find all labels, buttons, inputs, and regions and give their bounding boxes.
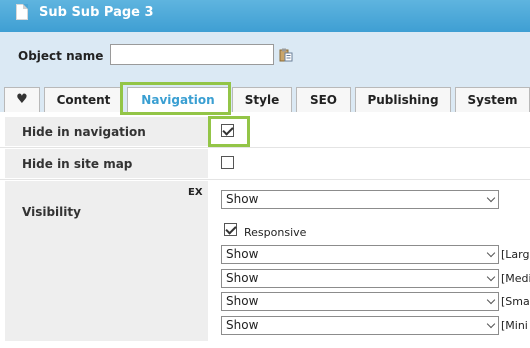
chevron-down-icon <box>486 295 496 305</box>
tab-content[interactable]: Content <box>44 87 123 112</box>
tab-system[interactable]: System <box>455 87 530 112</box>
chevron-down-icon <box>486 248 496 258</box>
select-value: Show <box>226 271 259 285</box>
tab-style[interactable]: Style <box>232 87 292 112</box>
label-cell-navigation: Hide in navigation <box>5 117 208 146</box>
title-bar: Sub Sub Page 3 <box>0 0 530 32</box>
hide-in-sitemap-label: Hide in site map <box>22 157 133 171</box>
hide-in-navigation-checkbox[interactable] <box>221 124 234 137</box>
object-name-row: Object name <box>0 32 530 80</box>
tab-seo[interactable]: SEO <box>296 87 351 112</box>
select-value: Show <box>226 318 259 332</box>
responsive-checkbox[interactable] <box>224 223 237 236</box>
chevron-down-icon <box>486 272 496 282</box>
hide-in-sitemap-checkbox[interactable] <box>221 156 234 169</box>
chevron-down-icon <box>486 319 496 329</box>
object-name-label: Object name <box>18 49 104 63</box>
breakpoint-mini-tag: [Mini <box>501 319 528 332</box>
breakpoint-large-tag: [Larg <box>501 248 530 261</box>
tab-publishing[interactable]: Publishing <box>355 87 451 112</box>
object-name-input[interactable] <box>110 44 274 65</box>
visibility-mini-select[interactable]: Show <box>221 316 499 335</box>
visibility-medium-select[interactable]: Show <box>221 269 499 288</box>
visibility-large-select[interactable]: Show <box>221 245 499 264</box>
hide-in-navigation-label: Hide in navigation <box>22 125 146 139</box>
row-divider <box>0 147 530 148</box>
chevron-down-icon <box>486 193 496 203</box>
label-cell-sitemap: Hide in site map <box>5 149 208 178</box>
visibility-select-value: Show <box>226 192 259 206</box>
page-icon <box>16 4 28 20</box>
label-cell-visibility: Visibility <box>5 181 208 341</box>
tab-bar: ♥ Content Navigation Style SEO Publishin… <box>0 80 530 113</box>
visibility-select[interactable]: Show <box>221 190 499 209</box>
visibility-label: Visibility <box>22 205 81 219</box>
tab-navigation[interactable]: Navigation <box>127 87 229 113</box>
row-divider <box>0 179 530 180</box>
responsive-label: Responsive <box>244 226 307 239</box>
breakpoint-medium-tag: [Medi <box>501 272 530 285</box>
ex-badge: EX <box>188 187 203 198</box>
heart-icon: ♥ <box>16 92 28 107</box>
breakpoint-small-tag: [Sma <box>501 295 530 308</box>
paste-icon[interactable] <box>279 48 293 62</box>
tab-favorites[interactable]: ♥ <box>4 87 40 112</box>
window-title: Sub Sub Page 3 <box>39 5 154 20</box>
select-value: Show <box>226 294 259 308</box>
visibility-small-select[interactable]: Show <box>221 292 499 311</box>
select-value: Show <box>226 247 259 261</box>
